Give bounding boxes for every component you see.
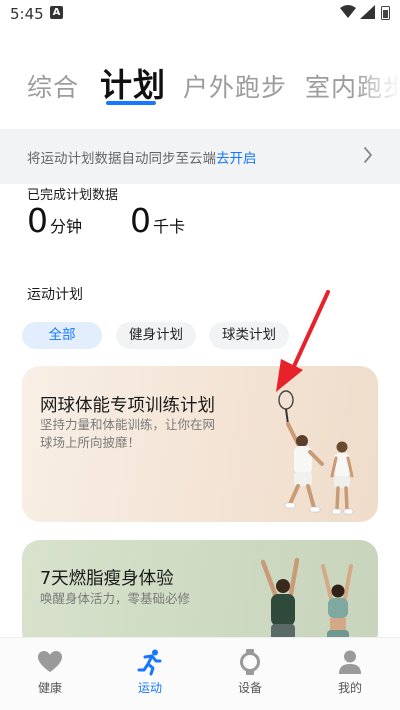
status-bar: 5:45 A <box>0 0 400 30</box>
tennis-players-illustration <box>278 390 354 515</box>
status-time: 5:45 <box>10 5 44 23</box>
heart-icon <box>38 651 62 672</box>
bottom-navigation: 健康 运动 设备 我的 <box>0 637 400 710</box>
filter-chip-ball[interactable]: 球类计划 <box>209 322 289 349</box>
running-icon <box>137 649 162 676</box>
plan-card-desc: 唤醒身体活力，零基础必修 <box>40 591 191 606</box>
filter-chip-all[interactable]: 全部 <box>22 322 102 349</box>
cloud-sync-banner[interactable]: 将运动计划数据自动同步至云端去开启 <box>0 129 400 184</box>
plan-card-tennis[interactable]: 网球体能专项训练计划 坚持力量和体能训练，让你在网球场上所向披靡！ <box>22 366 378 522</box>
minutes-unit: 分钟 <box>50 217 83 236</box>
tab-plan[interactable]: 计划 <box>100 60 166 106</box>
plan-card-title: 网球体能专项训练计划 <box>40 396 215 416</box>
minutes-metric: 0 分钟 <box>27 201 82 240</box>
nav-health-label: 健康 <box>37 681 62 695</box>
plan-card-fat-burning[interactable]: 7天燃脂瘦身体验 唤醒身体活力，零基础必修 <box>22 540 378 650</box>
enable-sync-link[interactable]: 去开启 <box>216 151 257 167</box>
signal-icon <box>360 5 375 19</box>
filter-chip-fitness[interactable]: 健身计划 <box>116 322 196 349</box>
calories-unit: 千卡 <box>153 217 186 236</box>
active-tab-indicator <box>106 101 156 105</box>
tab-outdoor-run[interactable]: 户外跑步 <box>183 68 287 104</box>
nav-exercise-label: 运动 <box>137 681 162 695</box>
sync-message: 将运动计划数据自动同步至云端 <box>27 151 216 167</box>
nav-device[interactable]: 设备 <box>220 648 280 696</box>
fitness-people-illustration <box>260 557 353 650</box>
wifi-icon <box>340 5 356 18</box>
sport-plans-title: 运动计划 <box>27 287 83 303</box>
tab-comprehensive[interactable]: 综合 <box>27 68 79 104</box>
battery-icon <box>381 6 390 20</box>
minutes-value: 0 <box>27 201 48 240</box>
sync-banner-text: 将运动计划数据自动同步至云端去开启 <box>27 147 257 167</box>
person-icon <box>339 650 361 674</box>
nav-device-label: 设备 <box>237 681 262 695</box>
watch-icon <box>240 649 260 675</box>
tabs-fade <box>355 60 400 110</box>
notification-icon: A <box>50 6 63 19</box>
plan-card-title: 7天燃脂瘦身体验 <box>40 569 174 589</box>
nav-health[interactable]: 健康 <box>20 648 80 696</box>
plan-card-desc: 坚持力量和体能训练，让你在网球场上所向披靡！ <box>40 417 216 450</box>
nav-profile[interactable]: 我的 <box>320 648 380 696</box>
chevron-right-icon[interactable] <box>362 145 374 165</box>
nav-profile-label: 我的 <box>337 681 362 695</box>
calories-value: 0 <box>130 201 151 240</box>
nav-exercise[interactable]: 运动 <box>120 648 180 696</box>
calories-metric: 0 千卡 <box>130 201 185 240</box>
top-tabs: 综合 计划 户外跑步 室内跑步 <box>0 60 400 110</box>
